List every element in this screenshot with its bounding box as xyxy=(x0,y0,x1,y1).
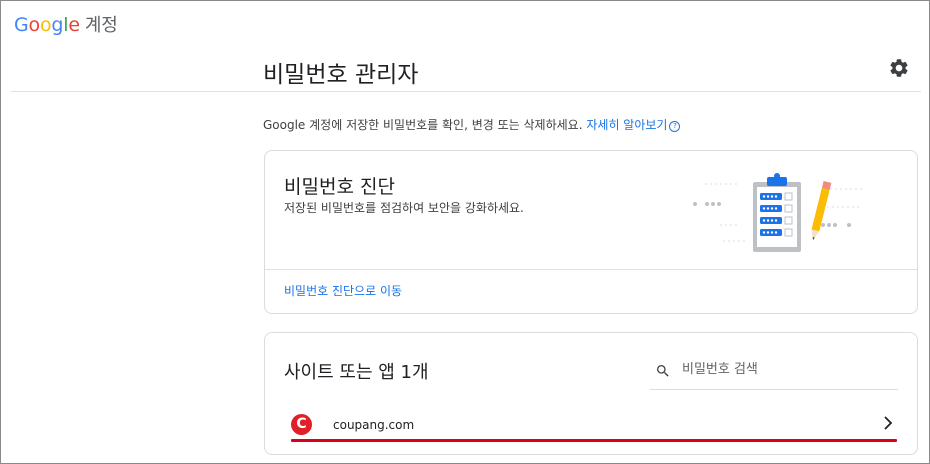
learn-more-label: 자세히 알아보기 xyxy=(586,118,668,132)
header-divider xyxy=(11,91,921,92)
intro-text: Google 계정에 저장한 비밀번호를 확인, 변경 또는 삭제하세요. 자세… xyxy=(263,116,681,133)
page-title: 비밀번호 관리자 xyxy=(263,62,419,88)
go-to-checkup-link[interactable]: 비밀번호 진단으로 이동 xyxy=(284,282,402,299)
password-search[interactable] xyxy=(650,355,898,390)
password-list-item[interactable]: C coupang.com xyxy=(291,413,897,442)
intro-description: Google 계정에 저장한 비밀번호를 확인, 변경 또는 삭제하세요. xyxy=(263,118,583,132)
coupang-favicon-icon: C xyxy=(291,414,312,435)
google-account-logo[interactable]: Google 계정 xyxy=(14,11,118,37)
card-divider xyxy=(265,269,917,270)
help-icon: ? xyxy=(669,121,681,132)
search-icon xyxy=(657,365,669,377)
saved-passwords-card: 사이트 또는 앱 1개 C coupang.com xyxy=(264,332,918,455)
password-checkup-card: 비밀번호 진단 저장된 비밀번호를 점검하여 보안을 강화하세요. 비밀번호 진… xyxy=(264,150,918,314)
clipboard-illustration xyxy=(693,173,863,252)
checkup-description: 저장된 비밀번호를 점검하여 보안을 강화하세요. xyxy=(284,201,524,215)
product-name: 계정 xyxy=(84,15,118,36)
search-input[interactable] xyxy=(680,361,894,378)
learn-more-link[interactable]: 자세히 알아보기? xyxy=(586,118,681,132)
settings-gear-icon[interactable] xyxy=(888,57,910,79)
sites-count-title: 사이트 또는 앱 1개 xyxy=(284,362,429,383)
google-wordmark: Google xyxy=(14,14,80,36)
chevron-right-icon xyxy=(884,416,893,430)
app-window: Google 계정 비밀번호 관리자 Google 계정에 저장한 비밀번호를 확… xyxy=(0,0,930,464)
checkup-title: 비밀번호 진단 xyxy=(284,176,395,198)
site-domain: coupang.com xyxy=(333,418,415,432)
highlight-underline xyxy=(291,439,897,442)
